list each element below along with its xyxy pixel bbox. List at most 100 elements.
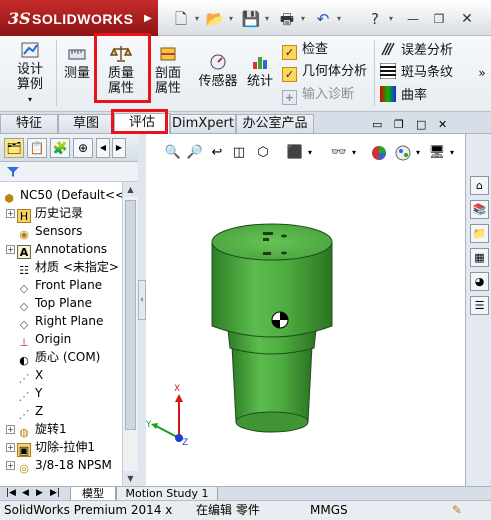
tree-item-axis-y[interactable]: ⋰ Y (17, 384, 43, 403)
design-library-icon[interactable]: 📚 (470, 200, 489, 219)
viewport-tile-icon[interactable]: ❐ (394, 118, 404, 131)
ribbon-more-button[interactable]: » (476, 66, 488, 81)
rebuild-status-icon[interactable]: ✎ (452, 501, 462, 520)
tree-item-top-plane[interactable]: ◇ Top Plane (17, 294, 92, 313)
tab-prev-icon[interactable]: ◀ (22, 487, 29, 500)
center-of-mass-marker[interactable] (271, 311, 289, 329)
config-manager-tab-icon[interactable]: 🧩 (50, 138, 70, 158)
solidworks-logo[interactable]: 3S SOLIDWORKS ▶ (0, 0, 158, 36)
view-palette-icon[interactable]: ▦ (470, 248, 489, 267)
ribbon-separator (374, 40, 375, 106)
hole-icon: ◎ (19, 462, 29, 475)
panel-collapse-handle[interactable]: ‹ (138, 280, 146, 320)
tab-dimxpert[interactable]: DimXpert (170, 114, 236, 133)
expand-toggle-icon[interactable]: + (6, 461, 15, 470)
print-icon[interactable]: 🖶 (276, 8, 298, 30)
tree-item-origin[interactable]: ⊥ Origin (17, 330, 72, 349)
curvature-command[interactable]: 曲率 (380, 86, 427, 105)
file-explorer-icon[interactable]: 📁 (470, 224, 489, 243)
new-icon[interactable]: 🗋 (170, 8, 192, 30)
statistics-button[interactable]: 统计 (244, 52, 276, 89)
tree-item-history[interactable]: + H 历史记录 (6, 204, 83, 223)
status-units[interactable]: MMGS (310, 501, 348, 520)
viewport-window-controls: ▭ ❐ □ ✕ (372, 118, 462, 132)
tree-item-front-plane[interactable]: ◇ Front Plane (17, 276, 102, 295)
tree-item-revolve[interactable]: + ◍ 旋转1 (6, 420, 67, 439)
tree-scrollbar[interactable]: ▲ ▼ (122, 182, 138, 486)
scroll-thumb[interactable] (125, 200, 136, 430)
expand-toggle-icon[interactable]: + (6, 209, 15, 218)
graphics-viewport[interactable]: 🔍 🔎 ↩ ◫ ⬡ ⬛ ▾ 👓 ▾ ▾ 🖥 ▾ X Y Z (146, 134, 465, 486)
undo-icon[interactable]: ↶ (312, 8, 334, 30)
import-diagnostics-icon: + (282, 90, 297, 105)
open-dropdown-icon[interactable]: ▾ (226, 8, 236, 30)
highlight-mass-properties (94, 33, 151, 103)
dimxpert-manager-tab-icon[interactable]: ⊕ (73, 138, 93, 158)
tab-sketch[interactable]: 草图 (58, 114, 114, 133)
design-study-button[interactable]: 设计算例 ▾ (8, 40, 52, 107)
tree-item-label: Y (35, 386, 43, 400)
check-command[interactable]: ✓ 检查 (282, 41, 328, 60)
tree-item-center-of-mass[interactable]: ◐ 质心 (COM) (17, 348, 100, 367)
bottom-tab-bar: |◀ ◀ ▶ ▶| 模型 Motion Study 1 (0, 486, 491, 501)
triad-x-label: X (174, 384, 181, 394)
tree-item-thread-hole[interactable]: + ◎ 3/8-18 NPSM (6, 456, 112, 475)
status-product: SolidWorks Premium 2014 x (4, 503, 173, 517)
curvature-icon (380, 86, 396, 102)
tree-item-sensors[interactable]: ◉ Sensors (17, 222, 82, 241)
expand-toggle-icon[interactable]: + (6, 425, 15, 434)
minimize-icon[interactable]: — (402, 8, 424, 30)
save-dropdown-icon[interactable]: ▾ (262, 8, 272, 30)
help-dropdown-icon[interactable]: ▾ (386, 8, 396, 30)
feature-manager-tab-icon[interactable]: 🗂 (4, 138, 24, 158)
viewport-maximize-icon[interactable]: □ (416, 118, 426, 131)
tab-next-icon[interactable]: ▶ (36, 487, 43, 500)
tree-item-label: Origin (35, 332, 72, 346)
tab-motion-study-1[interactable]: Motion Study 1 (116, 487, 218, 501)
solidworks-resources-icon[interactable]: ⌂ (470, 176, 489, 195)
deviation-analysis-command[interactable]: 误差分析 (380, 41, 453, 60)
status-bar: SolidWorks Premium 2014 x 在编辑 零件 MMGS ✎ (0, 500, 491, 520)
scroll-up-icon[interactable]: ▲ (123, 182, 138, 197)
zebra-stripes-label: 斑马条纹 (401, 65, 454, 80)
custom-properties-icon[interactable]: ☰ (470, 296, 489, 315)
new-dropdown-icon[interactable]: ▾ (192, 8, 202, 30)
expand-toggle-icon[interactable]: + (6, 443, 15, 452)
tree-item-label: X (35, 368, 44, 382)
close-icon[interactable]: ✕ (456, 8, 478, 30)
tree-item-annotations[interactable]: + A Annotations (6, 240, 107, 259)
help-icon[interactable]: ? (364, 8, 386, 30)
save-icon[interactable]: 💾 (240, 8, 262, 30)
section-properties-button[interactable]: 剖面属性 (148, 44, 188, 96)
tree-item-right-plane[interactable]: ◇ Right Plane (17, 312, 104, 331)
undo-dropdown-icon[interactable]: ▾ (334, 8, 344, 30)
viewport-close-icon[interactable]: ✕ (438, 118, 447, 131)
tab-office-products[interactable]: 办公室产品 (236, 114, 314, 133)
tab-last-icon[interactable]: ▶| (50, 487, 60, 500)
geometry-analysis-command[interactable]: ✓ 几何体分析 (282, 63, 367, 82)
tree-item-material[interactable]: ☷ 材质 <未指定> (17, 258, 119, 277)
tab-first-icon[interactable]: |◀ (6, 487, 16, 500)
expand-toggle-icon[interactable]: + (6, 245, 15, 254)
tree-item-axis-z[interactable]: ⋰ Z (17, 402, 44, 421)
tab-model[interactable]: 模型 (70, 487, 116, 501)
measure-button[interactable]: 测量 (60, 44, 94, 81)
tree-item-axis-x[interactable]: ⋰ X (17, 366, 44, 385)
logo-menu-arrow-icon[interactable]: ▶ (144, 13, 152, 24)
maximize-icon[interactable]: ❐ (428, 8, 450, 30)
property-manager-tab-icon[interactable]: 📋 (27, 138, 47, 158)
design-study-dropdown-icon[interactable]: ▾ (8, 92, 52, 107)
tab-scroll-right-icon[interactable]: ▶ (112, 138, 126, 158)
print-dropdown-icon[interactable]: ▾ (298, 8, 308, 30)
filter-icon[interactable] (6, 165, 20, 179)
sensor-button[interactable]: 传感器 (194, 52, 242, 89)
scroll-down-icon[interactable]: ▼ (123, 471, 138, 486)
filter-row (0, 162, 138, 182)
tab-features[interactable]: 特征 (0, 114, 58, 133)
zebra-stripes-command[interactable]: 斑马条纹 (379, 62, 454, 82)
tab-scroll-left-icon[interactable]: ◀ (96, 138, 110, 158)
appearances-icon[interactable]: ◕ (470, 272, 489, 291)
viewport-restore-icon[interactable]: ▭ (372, 118, 382, 131)
tree-item-cut-extrude[interactable]: + ▣ 切除-拉伸1 (6, 438, 95, 457)
open-icon[interactable]: 📂 (204, 8, 226, 30)
